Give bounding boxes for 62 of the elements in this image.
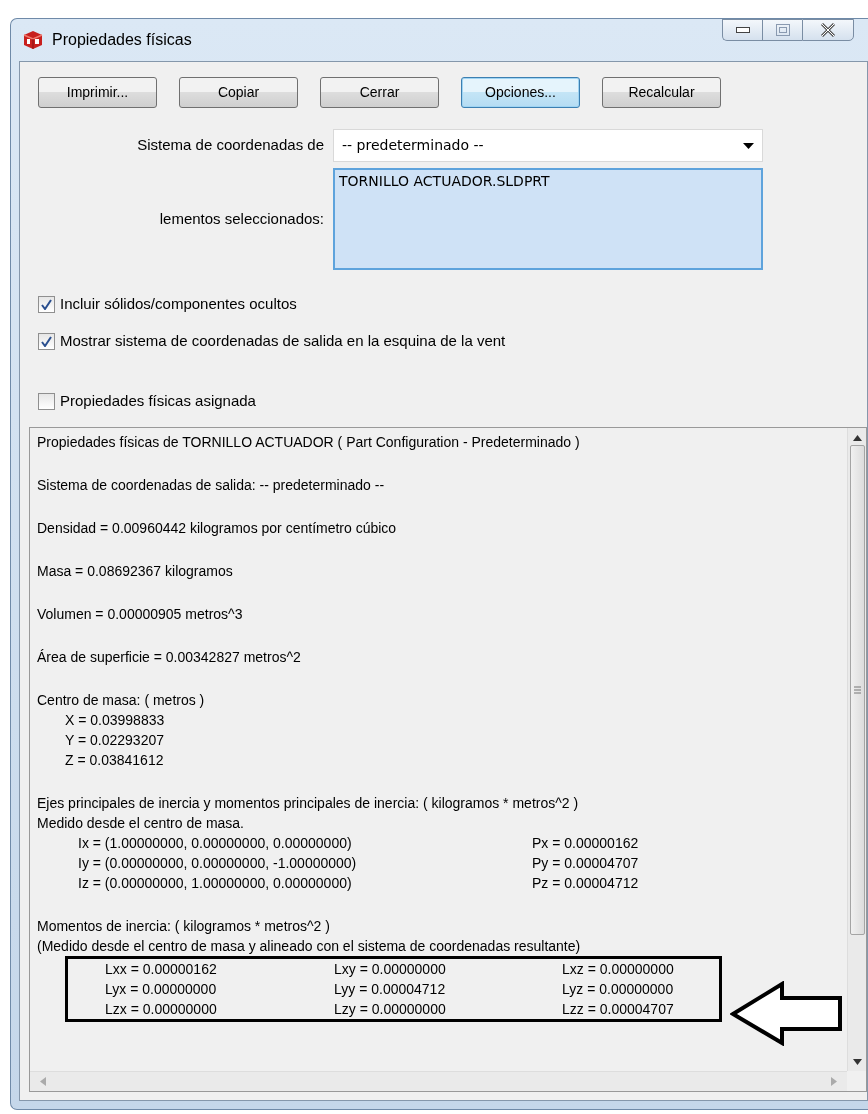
selected-items-list[interactable]: TORNILLO ACTUADOR.SLDPRT xyxy=(333,168,763,270)
caret-icon xyxy=(743,142,754,149)
result-line: Momentos de inercia: ( kilogramos * metros^2 ) xyxy=(37,917,331,936)
minimize-icon xyxy=(735,27,750,33)
result-value: Lzx = 0.00000000 xyxy=(105,1000,218,1019)
scroll-up-icon[interactable] xyxy=(852,435,862,441)
scroll-left-icon[interactable] xyxy=(40,1077,46,1086)
result-line: Densidad = 0.00960442 kilogramos por centímetro cúbico xyxy=(37,519,398,538)
result-line: X = 0.03998833 xyxy=(64,711,166,730)
checkbox-label: Mostrar sistema de coordenadas de salida en la esquina de la vent xyxy=(60,331,506,352)
grip-icon xyxy=(853,686,861,694)
result-line: Z = 0.03841612 xyxy=(64,751,165,770)
checkbox[interactable] xyxy=(38,296,55,313)
result-line: Masa = 0.08692367 kilogramos xyxy=(37,562,234,581)
result-line: (Medido desde el centro de masa y alineado con el sistema de coordenadas resultante) xyxy=(37,937,582,956)
result-value: Iy = (0.00000000, 0.00000000, -1.00000000) xyxy=(78,854,358,873)
window-title: Propiedades físicas xyxy=(52,30,192,50)
result-value: Lyz = 0.00000000 xyxy=(562,980,675,999)
result-value: Lzy = 0.00000000 xyxy=(334,1000,447,1019)
result-line: Área de superficie = 0.00342827 metros^2 xyxy=(37,648,302,667)
result-value: Lzz = 0.00004707 xyxy=(562,1000,675,1019)
result-value: Lxy = 0.00000000 xyxy=(334,960,447,979)
app-logo-icon xyxy=(22,30,44,50)
checkbox-label: Propiedades físicas asignada xyxy=(60,391,256,412)
coordinate-system-dropdown[interactable]: -- predeterminado -- xyxy=(333,129,763,162)
vertical-scrollbar[interactable] xyxy=(847,428,866,1071)
minimize-button[interactable] xyxy=(722,19,762,41)
field-label: Sistema de coordenadas de xyxy=(136,135,324,156)
list-item[interactable]: TORNILLO ACTUADOR.SLDPRT xyxy=(339,171,757,192)
result-value: Iz = (0.00000000, 1.00000000, 0.00000000) xyxy=(78,874,353,893)
dialog-button[interactable]: Opciones... xyxy=(461,77,580,108)
horizontal-scrollbar[interactable] xyxy=(30,1071,847,1091)
result-line: Medido desde el centro de masa. xyxy=(37,814,245,833)
result-line: Ejes principales de inercia y momentos principales de inercia: ( kilogramos * metros^2 ) xyxy=(37,794,580,813)
maximize-icon xyxy=(775,24,790,36)
dialog-button[interactable]: Recalcular xyxy=(602,77,721,108)
result-line: Sistema de coordenadas de salida: -- predeterminado -- xyxy=(37,476,386,495)
field-label: lementos seleccionados: xyxy=(158,208,324,229)
close-icon xyxy=(820,23,836,37)
result-value: Lyx = 0.00000000 xyxy=(105,980,218,999)
dialog-button[interactable]: Copiar xyxy=(179,77,298,108)
close-button[interactable] xyxy=(802,19,854,41)
dropdown-value: -- predeterminado -- xyxy=(342,136,484,155)
result-value: Py = 0.00004707 xyxy=(532,854,640,873)
scroll-right-icon[interactable] xyxy=(831,1077,837,1086)
checkbox-label: Incluir sólidos/componentes ocultos xyxy=(60,294,297,315)
result-value: Pz = 0.00004712 xyxy=(532,874,640,893)
scroll-down-icon[interactable] xyxy=(852,1059,862,1065)
scrollbar-thumb[interactable] xyxy=(849,445,865,935)
dialog-button[interactable]: Cerrar xyxy=(320,77,439,108)
result-value: Lxx = 0.00000162 xyxy=(105,960,218,979)
result-line: Y = 0.02293207 xyxy=(64,731,165,750)
checkbox[interactable] xyxy=(38,393,55,410)
result-line: Centro de masa: ( metros ) xyxy=(37,691,206,710)
result-value: Ix = (1.00000000, 0.00000000, 0.00000000) xyxy=(78,834,353,853)
result-value: Px = 0.00000162 xyxy=(532,834,640,853)
checkbox[interactable] xyxy=(38,333,55,350)
result-value: Lxz = 0.00000000 xyxy=(562,960,675,979)
result-line: Volumen = 0.00000905 metros^3 xyxy=(37,605,244,624)
result-line: Propiedades físicas de TORNILLO ACTUADOR ( Part Configuration - Predeterminado ) xyxy=(37,433,581,452)
dialog-button[interactable]: Imprimir... xyxy=(38,77,157,108)
result-value: Lyy = 0.00004712 xyxy=(334,980,447,999)
